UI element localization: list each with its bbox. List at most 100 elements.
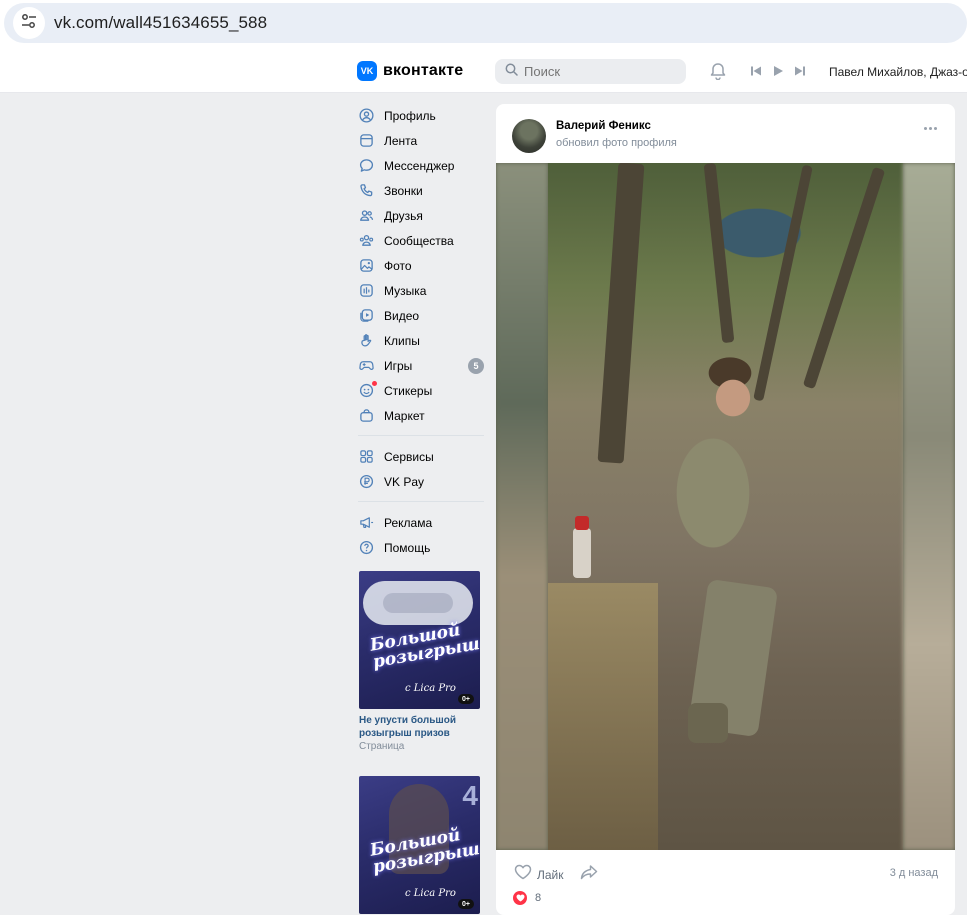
nav-item-clips[interactable]: Клипы: [358, 328, 486, 353]
clips-icon: [358, 333, 374, 349]
nav-label: Видео: [384, 308, 420, 323]
site-info-button[interactable]: [13, 7, 45, 39]
music-icon: [358, 283, 374, 299]
nav-item-video[interactable]: Видео: [358, 303, 486, 328]
nav-item-ads[interactable]: Реклама: [358, 510, 486, 535]
nav-label: Сообщества: [384, 233, 454, 248]
nav-item-feed[interactable]: Лента: [358, 128, 486, 153]
like-button[interactable]: Лайк: [514, 864, 564, 885]
nav-item-friends[interactable]: Друзья: [358, 203, 486, 228]
likes-count: 8: [535, 892, 542, 904]
new-stickers-dot: [372, 381, 377, 386]
nav-item-music[interactable]: Музыка: [358, 278, 486, 303]
nav-item-stickers[interactable]: Стикеры: [358, 378, 486, 403]
photo-tree: [703, 163, 735, 344]
sidebar-ad[interactable]: Большой розыгрыш с Lica Pro 0+ Не упусти…: [359, 571, 480, 753]
nav-label: Звонки: [384, 183, 423, 198]
nav-label: Реклама: [384, 515, 433, 530]
games-count-badge: 5: [468, 358, 484, 374]
services-icon: [358, 449, 374, 465]
age-rating-badge: 0+: [458, 899, 474, 909]
nav-item-communities[interactable]: Сообщества: [358, 228, 486, 253]
communities-icon: [358, 233, 374, 249]
bell-icon[interactable]: [709, 62, 727, 85]
photo-bench: [548, 583, 658, 850]
post-footer: Лайк 3 д назад 8: [496, 850, 955, 915]
nav-label: Помощь: [384, 540, 431, 555]
share-icon[interactable]: [580, 864, 598, 885]
nav-label: Стикеры: [384, 383, 433, 398]
post-author[interactable]: Валерий Феникс: [556, 120, 651, 132]
photo-tree: [597, 163, 645, 464]
photo-spray-can: [573, 516, 591, 578]
nav-item-games[interactable]: Игры 5: [358, 353, 486, 378]
nav-label: Музыка: [384, 283, 427, 298]
site-header: VK вконтакте Павел Михайлов, Джаз-оркест…: [0, 50, 967, 93]
search-input[interactable]: [524, 64, 674, 79]
nav-item-profile[interactable]: Профиль: [358, 103, 486, 128]
nav-label: Друзья: [384, 208, 423, 223]
profile-photo[interactable]: [548, 163, 903, 850]
ad-image[interactable]: 4 Большой розыгрыш с Lica Pro 0+: [359, 776, 480, 914]
ad-title[interactable]: Не упусти большой розыгрыш призов: [359, 714, 480, 740]
address-bar[interactable]: vk.com/wall451634655_588: [4, 3, 967, 43]
nav-item-vkpay[interactable]: VK Pay: [358, 469, 486, 494]
prev-track-icon[interactable]: [750, 65, 762, 77]
search-icon: [505, 63, 518, 81]
ad-image-text: Большой розыгрыш: [368, 620, 480, 673]
photo-tree: [753, 164, 813, 402]
post-time[interactable]: 3 д назад: [890, 867, 938, 879]
vkpay-icon: [358, 474, 374, 490]
heart-outline-icon: [514, 864, 532, 885]
help-icon: [358, 540, 374, 556]
author-avatar[interactable]: [512, 119, 546, 153]
left-nav: Профиль Лента Мессенджер Звонки Друзья С…: [358, 103, 486, 560]
like-label: Лайк: [537, 867, 564, 882]
ad-image-text: Большой розыгрыш: [368, 825, 480, 878]
sidebar-ad[interactable]: 4 Большой розыгрыш с Lica Pro 0+: [359, 776, 480, 914]
ad-gamepad-graphic: [363, 581, 473, 625]
tune-icon: [21, 13, 37, 34]
ad-subtitle: Страница: [359, 741, 405, 752]
nav-item-market[interactable]: Маркет: [358, 403, 486, 428]
nav-label: Игры: [384, 358, 413, 373]
nav-label: Профиль: [384, 108, 436, 123]
player-track-title[interactable]: Павел Михайлов, Джаз-оркестр: [829, 65, 967, 79]
search-box[interactable]: [495, 59, 686, 84]
nav-item-calls[interactable]: Звонки: [358, 178, 486, 203]
nav-item-messenger[interactable]: Мессенджер: [358, 153, 486, 178]
message-icon: [358, 158, 374, 174]
phone-icon: [358, 183, 374, 199]
newsfeed-icon: [358, 133, 374, 149]
nav-label: Сервисы: [384, 449, 434, 464]
nav-item-photos[interactable]: Фото: [358, 253, 486, 278]
nav-label: Фото: [384, 258, 412, 273]
url-text[interactable]: vk.com/wall451634655_588: [54, 13, 267, 33]
video-icon: [358, 308, 374, 324]
ad-image-brand: с Lica Pro: [405, 683, 456, 694]
nav-divider: [358, 435, 484, 436]
nav-item-help[interactable]: Помощь: [358, 535, 486, 560]
nav-label: Лента: [384, 133, 418, 148]
play-icon[interactable]: [772, 65, 784, 77]
photo-blur-right: [903, 163, 955, 850]
browser-toolbar: vk.com/wall451634655_588: [0, 0, 967, 50]
photo-blur-left: [496, 163, 548, 850]
photo-tree: [802, 166, 886, 390]
gamepad-icon: [358, 358, 374, 374]
post-photo[interactable]: [496, 163, 955, 850]
users-icon: [358, 208, 374, 224]
ad-image[interactable]: Большой розыгрыш с Lica Pro 0+: [359, 571, 480, 709]
vk-logo-icon: VK: [357, 61, 377, 81]
nav-label: VK Pay: [384, 474, 425, 489]
age-rating-badge: 0+: [458, 694, 474, 704]
logo-text: вконтакте: [383, 62, 464, 79]
next-track-icon[interactable]: [794, 65, 806, 77]
heart-icon: [513, 891, 527, 905]
more-options-icon[interactable]: [924, 127, 937, 130]
nav-label: Клипы: [384, 333, 420, 348]
photo-icon: [358, 258, 374, 274]
likes-summary[interactable]: 8: [513, 891, 541, 905]
vk-logo[interactable]: VK вконтакте: [357, 61, 463, 81]
nav-item-services[interactable]: Сервисы: [358, 444, 486, 469]
